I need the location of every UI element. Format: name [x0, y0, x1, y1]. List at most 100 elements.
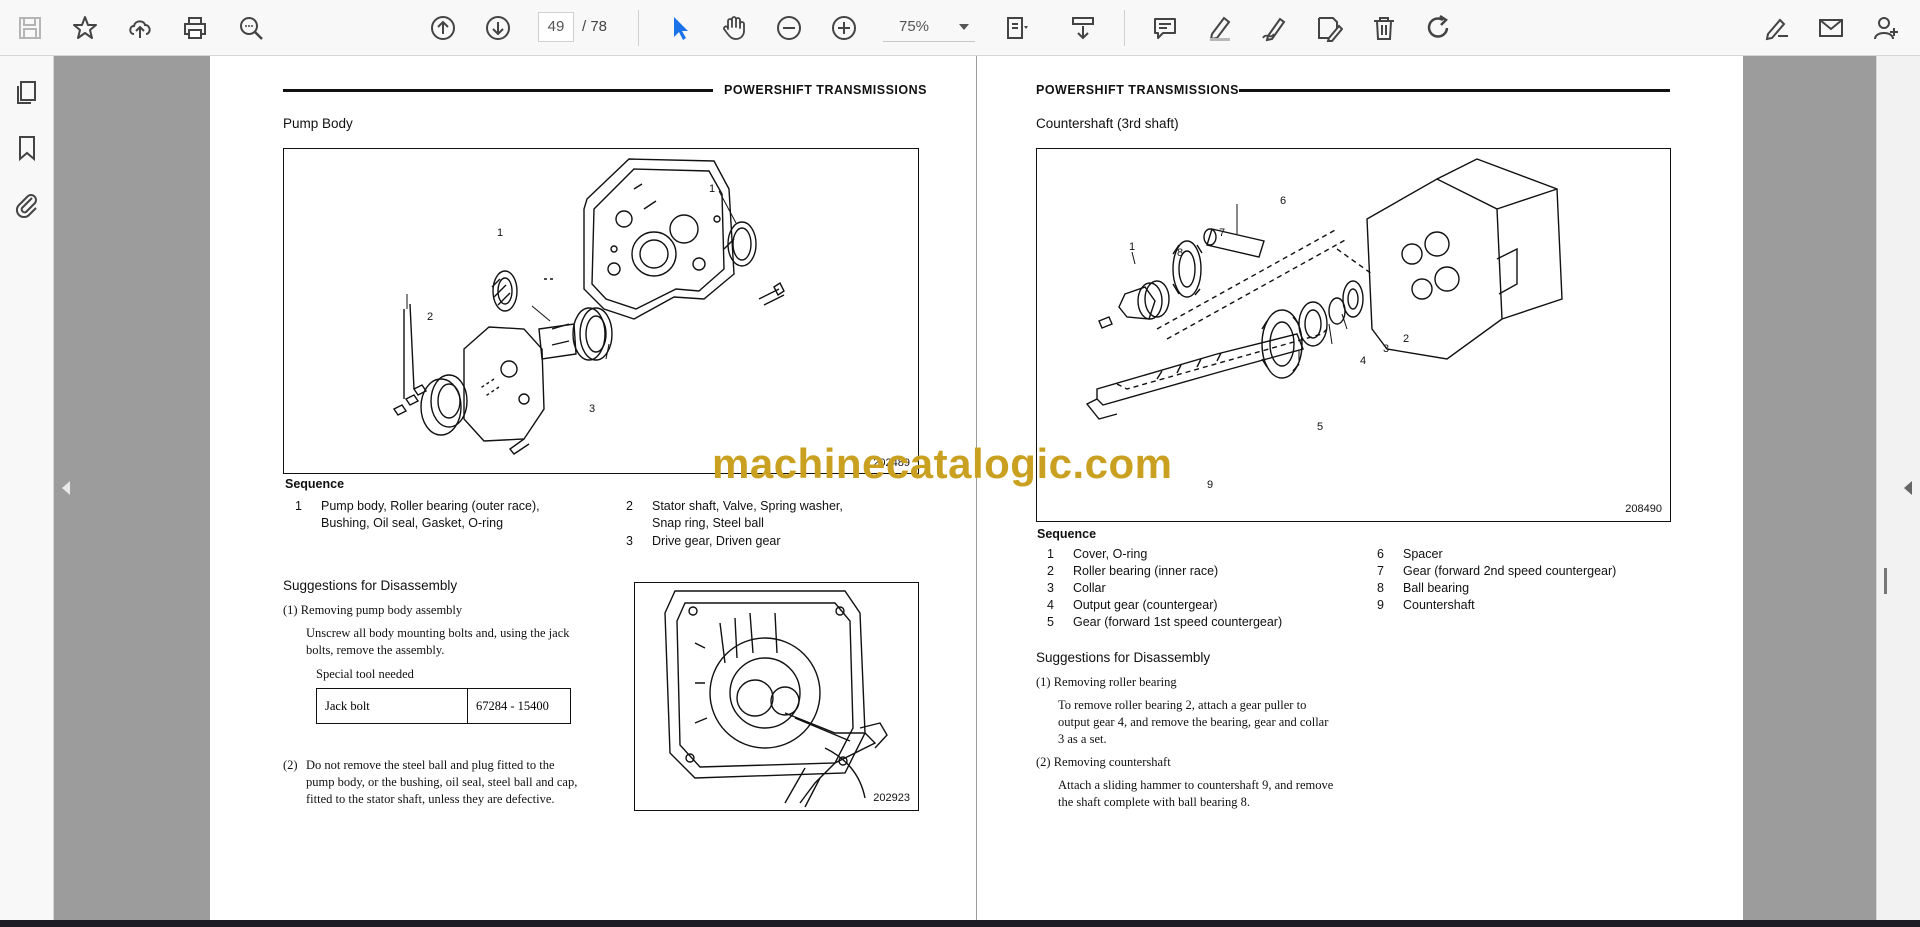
redo-icon[interactable]: [1421, 10, 1457, 46]
comment-icon[interactable]: [1147, 10, 1183, 46]
sequence-list-right: 6 Spacer 7 Gear (forward 2nd speed counter…: [1377, 546, 1616, 614]
sequence-number: 5: [1047, 615, 1054, 629]
pages-thumbnail-icon[interactable]: [11, 76, 43, 108]
table-row: Jack bolt 67284 - 15400: [316, 688, 571, 724]
sequence-text: Collar: [1073, 581, 1106, 595]
sequence-text: Output gear (countergear): [1073, 598, 1218, 612]
figure-callout: 4: [1360, 355, 1367, 367]
figure-callout: 1: [497, 227, 504, 239]
step-text: bolts, remove the assembly.: [306, 643, 445, 657]
page-down-icon[interactable]: [480, 10, 516, 46]
page-number-input[interactable]: 49: [538, 12, 574, 42]
sequence-number: 2: [1047, 564, 1054, 578]
edit-icon[interactable]: [1311, 10, 1347, 46]
zoom-search-icon[interactable]: [233, 10, 269, 46]
sequence-text: Bushing, Oil seal, Gasket, O-ring: [321, 516, 504, 530]
save-icon[interactable]: [12, 10, 48, 46]
sequence-heading: Sequence: [1037, 527, 1097, 541]
figure-callout: 2: [1403, 333, 1410, 345]
add-user-icon[interactable]: [1868, 10, 1904, 46]
upload-icon[interactable]: [122, 10, 158, 46]
sequence-number: 3: [626, 534, 633, 548]
mail-icon[interactable]: [1813, 10, 1849, 46]
highlight-icon[interactable]: [1202, 10, 1238, 46]
step-text: 3 as a set.: [1058, 732, 1107, 746]
jack-bolt-drawing: [664, 590, 888, 808]
step-title: (1) Removing pump body assembly: [283, 603, 463, 617]
sequence-number: 6: [1377, 547, 1384, 561]
zoom-select[interactable]: 75%: [883, 12, 975, 42]
section-title: Countershaft (3rd shaft): [1036, 116, 1179, 131]
step-text: Do not remove the steel ball and plug fi…: [306, 758, 555, 772]
sequence-item: 7 Gear (forward 2nd speed countergear): [1377, 563, 1616, 580]
select-cursor-icon[interactable]: [662, 10, 698, 46]
sequence-number: 3: [1047, 581, 1054, 595]
sequence-item: 9 Countershaft: [1377, 597, 1616, 614]
sequence-text: Cover, O-ring: [1073, 547, 1148, 561]
sequence-text: Pump body, Roller bearing (outer race),: [321, 499, 540, 513]
step-text: To remove roller bearing 2, attach a gea…: [1058, 698, 1307, 712]
jack-bolt-figure: 202923: [634, 582, 919, 811]
figure-callout: 1: [1129, 241, 1136, 253]
zoom-out-icon[interactable]: [771, 10, 807, 46]
page-total: / 78: [582, 18, 608, 35]
sequence-item: 6 Spacer: [1377, 546, 1616, 563]
page-up-icon[interactable]: [425, 10, 461, 46]
sequence-number: 7: [1377, 564, 1384, 578]
sequence-number: 2: [626, 499, 633, 513]
sequence-text: Gear (forward 1st speed countergear): [1073, 615, 1283, 629]
sequence-text: Snap ring, Steel ball: [652, 516, 764, 530]
star-icon[interactable]: [67, 10, 103, 46]
zoom-in-icon[interactable]: [826, 10, 862, 46]
main-toolbar: 49 / 78 75%: [0, 0, 1920, 56]
hand-icon[interactable]: [716, 10, 752, 46]
header-rule: [283, 89, 713, 92]
suggestions-heading: Suggestions for Disassembly: [283, 578, 458, 593]
attachment-icon[interactable]: [11, 188, 43, 220]
bookmark-icon[interactable]: [11, 132, 43, 164]
sequence-item: 4 Output gear (countergear): [1047, 597, 1282, 614]
sequence-number: 1: [295, 499, 302, 513]
delete-icon[interactable]: [1366, 10, 1402, 46]
expand-left-panel-icon[interactable]: [62, 481, 70, 495]
figure-callout: 1: [709, 183, 716, 195]
toolbar-divider: [638, 10, 639, 46]
pump-body-drawing: [392, 158, 785, 455]
figure-callout: 7: [1219, 227, 1226, 239]
sequence-number: 8: [1377, 581, 1384, 595]
figure-number: 208490: [1625, 503, 1662, 515]
step-text: output gear 4, and remove the bearing, g…: [1058, 715, 1329, 729]
step-title: (1) Removing roller bearing: [1036, 675, 1177, 689]
sequence-heading: Sequence: [285, 477, 345, 491]
step-text: pump body, or the bushing, oil seal, ste…: [306, 775, 578, 789]
sequence-item: 3 Drive gear, Driven gear: [626, 533, 781, 550]
chevron-down-icon: [959, 24, 969, 30]
tool-code-cell: 67284 - 15400: [467, 688, 571, 724]
sequence-item: 8 Ball bearing: [1377, 580, 1616, 597]
figure-callout: 6: [1280, 195, 1287, 207]
sequence-text: Spacer: [1403, 547, 1443, 561]
fit-page-icon[interactable]: [1000, 10, 1036, 46]
figure-number: 202923: [873, 792, 910, 804]
sequence-text: Drive gear, Driven gear: [652, 534, 781, 548]
step-text: Attach a sliding hammer to countershaft …: [1058, 778, 1334, 792]
special-tool-table: Jack bolt 67284 - 15400: [316, 688, 571, 724]
sequence-item: 5 Gear (forward 1st speed countergear): [1047, 614, 1282, 631]
sign-icon[interactable]: [1758, 10, 1794, 46]
right-side-panel: [1876, 56, 1920, 920]
sequence-number: 1: [1047, 547, 1054, 561]
watermark-text: machinecatalogic.com: [712, 440, 1173, 487]
figure-callout: 3: [589, 403, 596, 415]
scroll-mode-icon[interactable]: [1065, 10, 1101, 46]
sequence-text: Ball bearing: [1403, 581, 1470, 595]
document-page-right: POWERSHIFT TRANSMISSIONS Countershaft (3…: [977, 56, 1743, 920]
vertical-scrollbar[interactable]: [1884, 568, 1887, 594]
expand-right-panel-icon[interactable]: [1904, 481, 1912, 495]
tool-name-cell: Jack bolt: [316, 688, 468, 724]
sequence-number: 4: [1047, 598, 1054, 612]
draw-icon[interactable]: [1256, 10, 1292, 46]
step-title: (2) Removing countershaft: [1036, 755, 1171, 769]
print-icon[interactable]: [177, 10, 213, 46]
page-header: POWERSHIFT TRANSMISSIONS: [1036, 83, 1239, 97]
figure-callout: 5: [1317, 421, 1324, 433]
